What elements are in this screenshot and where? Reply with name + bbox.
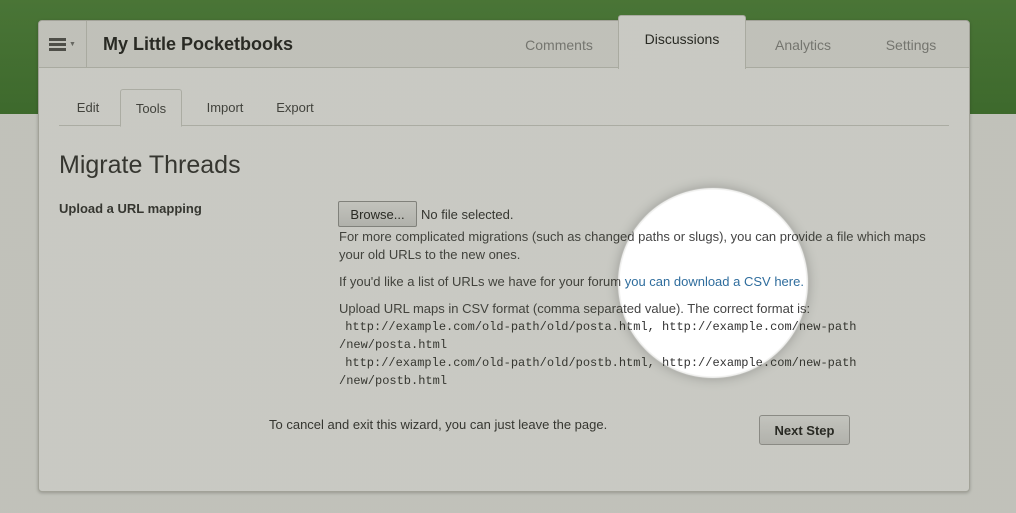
help-line-1: For more complicated migrations (such as… bbox=[339, 229, 926, 244]
upload-url-mapping-label: Upload a URL mapping bbox=[59, 201, 202, 216]
subtab-tools[interactable]: Tools bbox=[120, 89, 182, 127]
example-line-2b: /new/postb.html bbox=[339, 374, 448, 388]
subtab-import[interactable]: Import bbox=[193, 89, 257, 126]
browse-button[interactable]: Browse... bbox=[338, 201, 417, 227]
main-panel: ▼ My Little Pocketbooks Comments Discuss… bbox=[38, 15, 970, 492]
subtab-edit[interactable]: Edit bbox=[65, 89, 111, 126]
tab-comments[interactable]: Comments bbox=[509, 21, 609, 68]
menu-button[interactable]: ▼ bbox=[39, 21, 87, 67]
next-step-button[interactable]: Next Step bbox=[759, 415, 850, 445]
tab-analytics[interactable]: Analytics bbox=[757, 21, 849, 68]
download-csv-link[interactable]: you can download a CSV here. bbox=[625, 274, 804, 289]
app-title: My Little Pocketbooks bbox=[103, 34, 294, 54]
hamburger-menu-icon bbox=[49, 37, 67, 51]
top-bar: ▼ My Little Pocketbooks Comments Discuss… bbox=[39, 15, 969, 69]
format-intro: Upload URL maps in CSV format (comma sep… bbox=[339, 301, 811, 316]
page-title: Migrate Threads bbox=[59, 151, 241, 179]
cancel-instructions: To cancel and exit this wizard, you can … bbox=[269, 417, 608, 432]
tab-settings[interactable]: Settings bbox=[869, 21, 953, 68]
example-line-2a: http://example.com/old-path/old/postb.ht… bbox=[338, 356, 857, 370]
csv-download-line: If you'd like a list of URLs we have for… bbox=[339, 273, 804, 291]
example-line-1a: http://example.com/old-path/old/posta.ht… bbox=[338, 320, 857, 334]
file-status: No file selected. bbox=[421, 207, 514, 222]
help-line-2: your old URLs to the new ones. bbox=[339, 247, 521, 262]
caret-down-icon: ▼ bbox=[69, 40, 76, 48]
sub-tabs: Edit Tools Import Export bbox=[59, 89, 949, 127]
subtab-export[interactable]: Export bbox=[265, 89, 325, 126]
example-line-1b: /new/posta.html bbox=[339, 338, 448, 352]
csv-prefix-text: If you'd like a list of URLs we have for… bbox=[339, 274, 625, 289]
tab-discussions[interactable]: Discussions bbox=[618, 15, 746, 69]
